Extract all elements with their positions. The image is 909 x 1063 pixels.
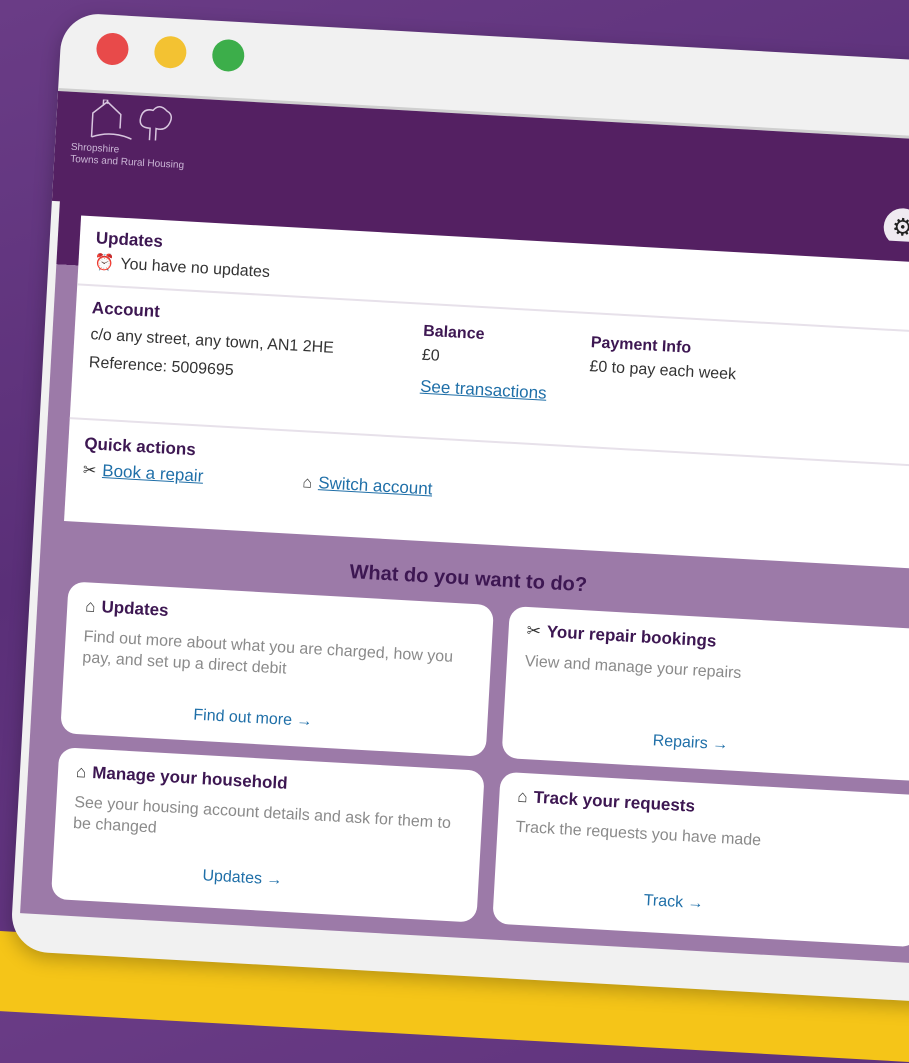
book-repair-action[interactable]: ✂ Book a repair xyxy=(82,460,203,487)
household-updates-link[interactable]: Updates → xyxy=(202,867,283,889)
balance-value: £0 xyxy=(421,346,441,365)
card-repairs-title-row: ✂ Your repair bookings xyxy=(526,621,717,652)
close-window-button[interactable] xyxy=(95,32,130,66)
find-out-more-label: Find out more xyxy=(192,706,293,730)
card-household-title-row: ⌂ Manage your household xyxy=(75,762,289,794)
card-track-title: Track your requests xyxy=(533,787,696,816)
card-manage-household[interactable]: ⌂ Manage your household See your housing … xyxy=(50,747,485,923)
card-updates[interactable]: ⌂ Updates Find out more about what you ar… xyxy=(60,581,495,757)
home-icon: ⌂ xyxy=(84,596,97,616)
card-updates-title: Updates xyxy=(101,597,170,620)
gear-icon: ⚙ xyxy=(891,212,909,242)
payment-info-value: £0 to pay each week xyxy=(589,358,737,384)
account-title: Account xyxy=(91,298,161,322)
account-summary-panel: Updates ⏰ You have no updates Account c/o… xyxy=(64,215,909,575)
track-link[interactable]: Track → xyxy=(643,892,704,913)
book-repair-link[interactable]: Book a repair xyxy=(102,461,204,486)
repairs-link-label: Repairs xyxy=(652,732,709,753)
home-icon: ⌂ xyxy=(302,474,313,492)
card-track-requests[interactable]: ⌂ Track your requests Track the requests … xyxy=(492,771,909,948)
house-tree-logo-icon xyxy=(90,98,173,141)
updates-message-row: ⏰ You have no updates xyxy=(94,252,271,282)
switch-account-link[interactable]: Switch account xyxy=(318,473,433,498)
arrow-right-icon: → xyxy=(687,894,705,913)
switch-account-action[interactable]: ⌂ Switch account xyxy=(302,472,433,499)
find-out-more-link[interactable]: Find out more → xyxy=(193,707,313,732)
arrow-right-icon: → xyxy=(295,712,313,731)
quick-actions-title: Quick actions xyxy=(83,434,197,460)
arrow-right-icon: → xyxy=(265,870,283,889)
card-repairs-title: Your repair bookings xyxy=(546,622,717,651)
card-household-description: See your housing account details and ask… xyxy=(72,794,452,837)
card-track-description: Track the requests you have made xyxy=(515,818,762,850)
see-transactions-link[interactable]: See transactions xyxy=(420,377,548,404)
updates-title: Updates xyxy=(95,228,164,252)
card-updates-title-row: ⌂ Updates xyxy=(85,596,169,621)
home-icon: ⌂ xyxy=(516,786,529,807)
repairs-link[interactable]: Repairs → xyxy=(652,732,728,754)
site-logo[interactable]: Shropshire Towns and Rural Housing xyxy=(70,98,188,172)
scene: Shropshire Towns and Rural Housing ⚙ Upd… xyxy=(0,0,909,1036)
card-track-title-row: ⌂ Track your requests xyxy=(517,787,696,817)
minimize-window-button[interactable] xyxy=(153,35,188,70)
maximize-window-button[interactable] xyxy=(211,38,246,73)
card-repairs-description: View and manage your repairs xyxy=(524,652,742,683)
payment-info-title: Payment Info xyxy=(590,334,692,357)
logo-text: Shropshire Towns and Rural Housing xyxy=(70,142,185,172)
household-updates-label: Updates xyxy=(201,867,263,888)
alarm-clock-icon: ⏰ xyxy=(94,254,115,273)
card-household-title: Manage your household xyxy=(91,762,289,793)
arrow-right-icon: → xyxy=(711,735,729,754)
card-repair-bookings[interactable]: ✂ Your repair bookings View and manage yo… xyxy=(501,606,909,782)
updates-message: You have no updates xyxy=(119,255,271,282)
browser-window: Shropshire Towns and Rural Housing ⚙ Upd… xyxy=(9,12,909,1007)
account-reference: Reference: 5009695 xyxy=(88,354,235,380)
dashboard-content: Updates ⏰ You have no updates Account c/o… xyxy=(20,194,909,969)
account-address: c/o any street, any town, AN1 2HE xyxy=(90,326,335,357)
card-updates-description: Find out more about what you are charged… xyxy=(81,628,454,678)
tools-icon: ✂ xyxy=(526,621,542,641)
tools-icon: ✂ xyxy=(82,461,97,480)
home-icon: ⌂ xyxy=(75,762,87,782)
balance-title: Balance xyxy=(422,322,485,344)
track-link-label: Track xyxy=(643,891,684,912)
